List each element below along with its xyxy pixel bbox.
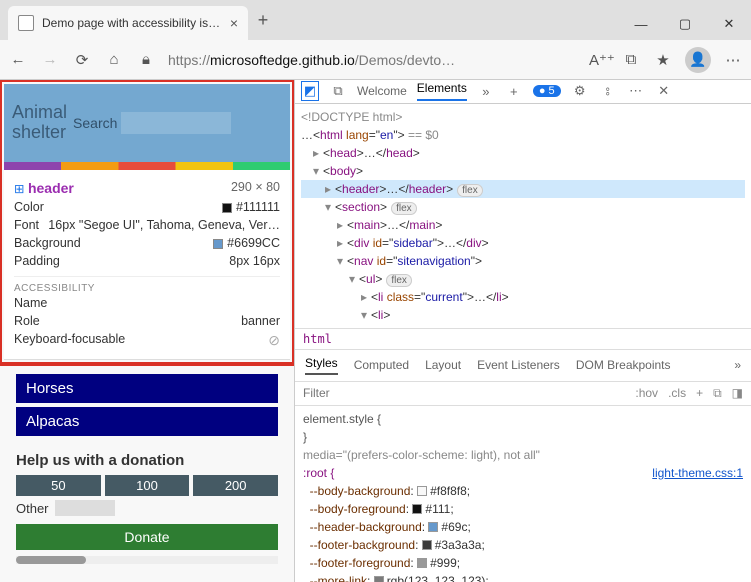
devtools-panel: ◩ ⧉ Welcome Elements » + ● 5 ⚙ ⦂ ⋯ ✕ <!D…	[295, 80, 751, 582]
settings-gear-icon[interactable]: ⚙	[571, 83, 589, 99]
devtools-menu-icon[interactable]: ⋯	[627, 83, 645, 99]
a11y-section-header: ACCESSIBILITY	[14, 276, 280, 294]
back-button[interactable]: ←	[8, 51, 28, 68]
styles-filter-input[interactable]	[303, 386, 625, 400]
toggle-panel-icon[interactable]: ◨	[732, 386, 743, 400]
layout-icon: ⊞	[14, 182, 24, 196]
donate-heading: Help us with a donation	[0, 440, 294, 475]
menu-button[interactable]: ⋯	[723, 51, 743, 69]
nav-list: Horses Alpacas	[0, 366, 294, 440]
inspect-tooltip: ⊞ header 290 × 80 Color#111111Font16px "…	[4, 170, 290, 360]
minimize-button[interactable]: ―	[619, 8, 663, 40]
styles-more-icon[interactable]: »	[734, 358, 741, 372]
media-query: media="(prefers-color-scheme: light), no…	[303, 446, 743, 464]
computed-sidebar-icon[interactable]: ⧉	[713, 386, 722, 401]
styles-tabs: Styles Computed Layout Event Listeners D…	[295, 350, 751, 382]
maximize-button[interactable]: ▢	[663, 8, 707, 40]
profile-avatar[interactable]: 👤	[685, 47, 711, 73]
css-var-footer-foreground[interactable]: --footer-foreground: #999;	[303, 554, 743, 572]
css-var-more-link[interactable]: --more-link: rgb(123, 123, 123);	[303, 572, 743, 582]
nav-item-horses[interactable]: Horses	[16, 374, 278, 403]
search-label: Search	[73, 115, 117, 131]
tab-welcome[interactable]: Welcome	[357, 84, 407, 98]
new-tab-button[interactable]: +	[248, 10, 278, 31]
tab-close-icon[interactable]: ×	[230, 15, 238, 31]
forward-button[interactable]: →	[40, 51, 60, 68]
more-tabs-icon[interactable]: »	[477, 84, 495, 99]
tab-computed[interactable]: Computed	[354, 358, 409, 372]
dom-selected-header[interactable]: ▸<header>…</header>flex	[301, 180, 745, 198]
tab-dom-breakpoints[interactable]: DOM Breakpoints	[576, 358, 671, 372]
address-bar[interactable]: https://microsoftedge.github.io/Demos/de…	[168, 52, 577, 68]
css-var-body-background[interactable]: --body-background: #f8f8f8;	[303, 482, 743, 500]
donate-other-input[interactable]	[55, 500, 115, 516]
donate-200[interactable]: 200	[193, 475, 278, 496]
refresh-button[interactable]: ⟳	[72, 51, 92, 69]
styles-filter-row: :hov .cls + ⧉ ◨	[295, 382, 751, 406]
site-logo: Animalshelter	[12, 103, 67, 143]
css-var-footer-background[interactable]: --footer-background: #3a3a3a;	[303, 536, 743, 554]
css-var-body-foreground[interactable]: --body-foreground: #111;	[303, 500, 743, 518]
favorite-star-icon[interactable]: ★	[653, 51, 673, 69]
device-toolbar-icon[interactable]: ⧉	[329, 83, 347, 99]
add-tab-icon[interactable]: +	[505, 84, 523, 99]
site-info-icon[interactable]: 🔒︎	[136, 51, 156, 68]
root-selector: :root {	[303, 466, 334, 480]
tab-event-listeners[interactable]: Event Listeners	[477, 358, 560, 372]
styles-pane[interactable]: element.style { } media="(prefers-color-…	[295, 406, 751, 582]
donate-50[interactable]: 50	[16, 475, 101, 496]
window-buttons: ― ▢ ✕	[619, 8, 751, 40]
donate-button[interactable]: Donate	[16, 524, 278, 550]
tab-layout[interactable]: Layout	[425, 358, 461, 372]
browser-tab[interactable]: Demo page with accessibility iss… ×	[8, 6, 248, 40]
color-stripe	[4, 162, 290, 170]
new-style-rule-icon[interactable]: +	[696, 386, 703, 400]
collections-icon[interactable]: ⧉	[621, 51, 641, 68]
titlebar: Demo page with accessibility iss… × + ― …	[0, 0, 751, 40]
favicon	[18, 15, 34, 31]
search-input[interactable]	[121, 112, 231, 134]
inspect-element-icon[interactable]: ◩	[301, 81, 319, 101]
devtools-close-icon[interactable]: ✕	[655, 83, 673, 99]
page-viewport: Animalshelter Search ⊞ header 290 × 80 C…	[0, 80, 295, 582]
inspected-header[interactable]: Animalshelter Search	[4, 84, 290, 162]
donate-100[interactable]: 100	[105, 475, 190, 496]
breadcrumb[interactable]: html	[295, 328, 751, 350]
tooltip-tagname: header	[28, 180, 74, 196]
donate-other-label: Other	[16, 501, 49, 516]
css-var-header-background[interactable]: --header-background: #69c;	[303, 518, 743, 536]
hov-toggle[interactable]: :hov	[635, 386, 658, 400]
issues-badge[interactable]: ● 5	[533, 85, 561, 97]
nav-item-alpacas[interactable]: Alpacas	[16, 407, 278, 436]
dom-tree[interactable]: <!DOCTYPE html> …<html lang="en"> == $0 …	[295, 104, 751, 328]
horizontal-scrollbar[interactable]	[16, 556, 278, 564]
close-window-button[interactable]: ✕	[707, 8, 751, 40]
css-source-link[interactable]: light-theme.css:1	[652, 464, 743, 482]
browser-toolbar: ← → ⟳ ⌂ 🔒︎ https://microsoftedge.github.…	[0, 40, 751, 80]
url-scheme: https://	[168, 52, 210, 68]
tab-elements[interactable]: Elements	[417, 81, 467, 101]
tab-title: Demo page with accessibility iss…	[42, 16, 222, 30]
reader-mode-icon[interactable]: A⁺⁺	[589, 51, 609, 69]
tooltip-dimensions: 290 × 80	[231, 180, 280, 196]
customize-icon[interactable]: ⦂	[599, 83, 617, 99]
cls-toggle[interactable]: .cls	[668, 386, 686, 400]
url-path: /Demos/devto…	[355, 52, 455, 68]
doctype-node: <!DOCTYPE html>	[301, 108, 745, 126]
inspect-highlight-region: Animalshelter Search ⊞ header 290 × 80 C…	[0, 80, 294, 364]
element-style-selector: element.style {	[303, 410, 743, 428]
home-button[interactable]: ⌂	[104, 51, 124, 68]
url-host: microsoftedge.github.io	[210, 52, 355, 68]
devtools-toolbar: ◩ ⧉ Welcome Elements » + ● 5 ⚙ ⦂ ⋯ ✕	[295, 80, 751, 104]
tab-styles[interactable]: Styles	[305, 356, 338, 375]
donate-amounts: 50 100 200	[0, 475, 294, 496]
